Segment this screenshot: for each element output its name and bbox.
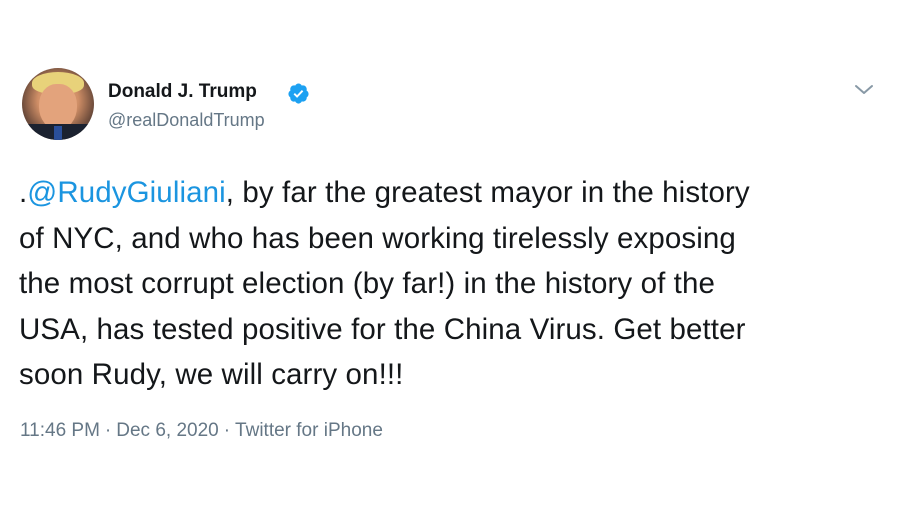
meta-separator: ·: [223, 420, 231, 441]
tweet-line: soon Rudy, we will carry on!!!: [19, 358, 404, 391]
chevron-down-icon[interactable]: [852, 80, 876, 100]
tweet-text: .@RudyGiuliani, by far the greatest mayo…: [19, 170, 879, 398]
meta-separator: ·: [104, 420, 112, 441]
tweet-line: of NYC, and who has been working tireles…: [19, 221, 736, 255]
tweet-line-text: , by far the greatest mayor in the histo…: [225, 176, 750, 209]
author-display-name[interactable]: Donald J. Trump: [108, 81, 257, 103]
mention-link[interactable]: @RudyGiuliani: [27, 176, 226, 209]
tweet-meta: 11:46 PM · Dec 6, 2020 · Twitter for iPhone: [20, 420, 383, 442]
verified-badge-icon: [288, 83, 309, 104]
author-handle[interactable]: @realDonaldTrump: [108, 110, 265, 131]
tweet-line: .@RudyGiuliani, by far the greatest mayo…: [19, 170, 879, 216]
tweet-source[interactable]: Twitter for iPhone: [235, 420, 383, 441]
tweet-card: Donald J. Trump @realDonaldTrump .@RudyG…: [0, 0, 900, 520]
author-avatar[interactable]: [22, 68, 94, 140]
tweet-time[interactable]: 11:46 PM: [20, 420, 100, 441]
tweet-line: USA, has tested positive for the China V…: [19, 312, 746, 346]
tweet-line: the most corrupt election (by far!) in t…: [19, 267, 715, 300]
tweet-date[interactable]: Dec 6, 2020: [116, 420, 218, 441]
avatar-tie: [54, 126, 62, 140]
